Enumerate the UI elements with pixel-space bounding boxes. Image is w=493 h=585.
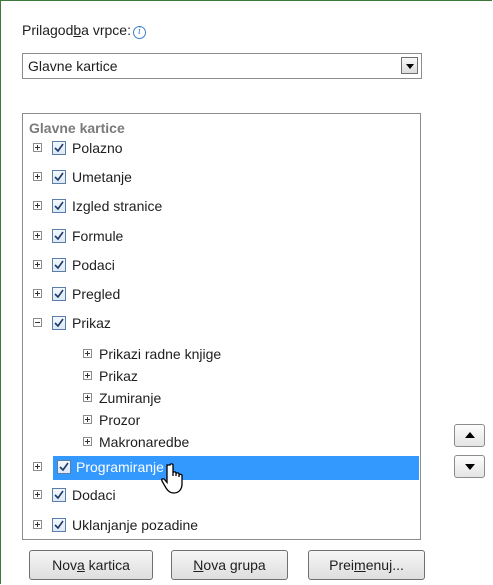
expand-icon[interactable]	[83, 437, 92, 446]
expand-icon[interactable]	[33, 143, 42, 152]
tree-header: Glavne kartice	[29, 120, 125, 136]
tree-item-formule[interactable]: Formule	[23, 225, 420, 249]
customize-ribbon-dropdown[interactable]: Glavne kartice	[22, 53, 422, 79]
info-icon[interactable]: i	[132, 26, 146, 39]
tree-item-label: Pregled	[72, 286, 121, 302]
expand-icon[interactable]	[33, 490, 42, 499]
new-group-button[interactable]: Nova grupa	[171, 550, 288, 580]
checkbox[interactable]	[52, 518, 66, 532]
tree-item-pregled[interactable]: Pregled	[23, 283, 420, 307]
tree-item-uklanjanje-pozadine[interactable]: Uklanjanje pozadine	[23, 514, 420, 538]
tree-item-prikaz[interactable]: Prikaz	[23, 312, 420, 336]
expand-icon[interactable]	[33, 289, 42, 298]
arrow-up-icon	[465, 432, 475, 438]
checkbox[interactable]	[52, 199, 66, 213]
tree-item-podaci[interactable]: Podaci	[23, 254, 420, 278]
customize-ribbon-label: Prilagodba vrpce: i	[22, 22, 146, 39]
collapse-icon[interactable]	[33, 318, 42, 327]
tree-item-label: Uklanjanje pozadine	[72, 517, 199, 533]
tree-item-izgled-stranice[interactable]: Izgled stranice	[23, 195, 420, 219]
group-item-label: Zumiranje	[99, 390, 162, 406]
tree-item-polazno[interactable]: Polazno	[23, 137, 420, 161]
hand-cursor-icon	[161, 463, 183, 494]
group-item-makronaredbe[interactable]: Makronaredbe	[23, 431, 420, 455]
group-item-label: Prozor	[99, 412, 141, 428]
expand-icon[interactable]	[33, 260, 42, 269]
tree-item-label: Dodaci	[72, 487, 116, 503]
tree-item-dodaci[interactable]: Dodaci	[23, 484, 420, 508]
tree-item-label: Formule	[72, 228, 124, 244]
group-item-prozor[interactable]: Prozor	[23, 409, 420, 433]
checkbox[interactable]	[52, 258, 66, 272]
chevron-down-icon[interactable]	[401, 57, 418, 74]
expand-icon[interactable]	[33, 462, 42, 471]
expand-icon[interactable]	[33, 201, 42, 210]
tree-item-label: Umetanje	[72, 169, 132, 185]
dropdown-value: Glavne kartice	[28, 58, 118, 74]
tree-item-label: Polazno	[72, 140, 123, 156]
group-item-label: Prikazi radne knjige	[99, 346, 222, 362]
expand-icon[interactable]	[33, 520, 42, 529]
rename-button[interactable]: Preimenuj...	[308, 550, 425, 580]
expand-icon[interactable]	[33, 172, 42, 181]
group-item-zumiranje[interactable]: Zumiranje	[23, 387, 420, 411]
ribbon-tabs-tree[interactable]: Glavne kartice Polazno Umetanje Izgled s…	[22, 113, 421, 540]
tree-item-umetanje[interactable]: Umetanje	[23, 166, 420, 190]
move-down-button[interactable]	[454, 455, 485, 478]
tree-item-label: Izgled stranice	[72, 198, 163, 214]
expand-icon[interactable]	[83, 415, 92, 424]
checkbox[interactable]	[52, 141, 66, 155]
checkbox[interactable]	[52, 488, 66, 502]
checkbox[interactable]	[52, 287, 66, 301]
checkbox[interactable]	[52, 316, 66, 330]
new-tab-button[interactable]: Nova kartica	[29, 550, 153, 580]
tree-item-label: Programiranje	[76, 459, 164, 475]
expand-icon[interactable]	[83, 371, 92, 380]
group-item-label: Prikaz	[99, 368, 138, 384]
tree-item-label: Prikaz	[72, 315, 111, 331]
checkbox[interactable]	[52, 229, 66, 243]
checkbox[interactable]	[52, 170, 66, 184]
tree-item-programiranje[interactable]: Programiranje	[23, 456, 420, 480]
group-item-prikazi-radne-knjige[interactable]: Prikazi radne knjige	[23, 343, 420, 367]
arrow-down-icon	[465, 464, 475, 470]
move-up-button[interactable]	[454, 424, 485, 447]
group-item-label: Makronaredbe	[99, 434, 190, 450]
group-item-prikaz[interactable]: Prikaz	[23, 365, 420, 389]
expand-icon[interactable]	[33, 231, 42, 240]
tree-item-label: Podaci	[72, 257, 115, 273]
checkbox[interactable]	[57, 460, 71, 474]
expand-icon[interactable]	[83, 349, 92, 358]
expand-icon[interactable]	[83, 393, 92, 402]
